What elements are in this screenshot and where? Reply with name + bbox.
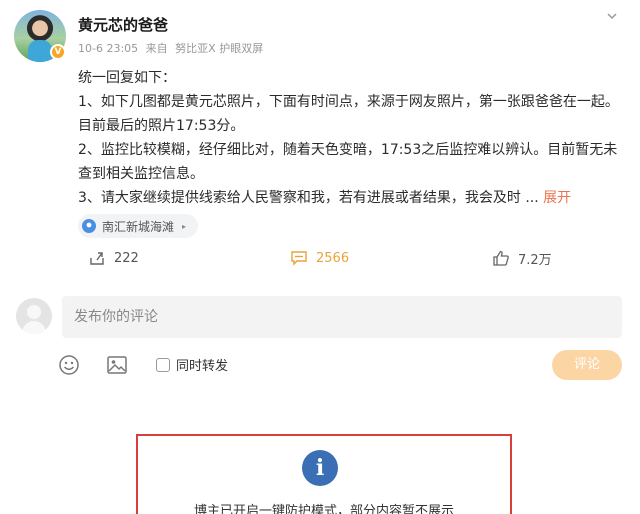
post-timestamp: 10-6 23:05 — [78, 42, 139, 55]
thumbs-up-icon — [493, 250, 509, 266]
current-user-avatar — [16, 298, 52, 334]
post-line: 统一回复如下： — [78, 70, 176, 86]
source-prefix: 来自 — [145, 42, 168, 55]
post-meta: 10-6 23:05 来自 努比亚X 护眼双屏 — [78, 40, 267, 56]
avatar-figure — [28, 40, 52, 62]
comment-icon — [291, 251, 307, 266]
repost-button[interactable]: 222 — [88, 246, 139, 270]
composer-toolbar: 同时转发 评论 — [0, 350, 640, 380]
comment-composer: 发布你的评论 — [0, 296, 640, 342]
post-header: V 黄元芯的爸爸 10-6 23:05 来自 努比亚X 护眼双屏 — [0, 0, 640, 62]
location-tag[interactable]: 南汇新城海滩 ▸ — [78, 214, 199, 238]
post-line: 2、监控比较模糊，经仔细比对，随着天色变暗，17:53之后监控难以辨认。目前暂无… — [78, 142, 618, 182]
location-arrow-icon: ▸ — [182, 221, 187, 231]
post-line-text: 3、请大家继续提供线索给人民警察和我，若有进展或者结果，我会及时 ... — [78, 190, 539, 206]
emoji-icon[interactable] — [58, 354, 80, 376]
protection-notice: i 博主已开启一键防护模式，部分内容暂不展示 — [136, 434, 512, 514]
location-pin-icon — [82, 219, 96, 233]
avatar-head-shape — [27, 305, 41, 319]
action-bar: 222 2566 7.2万 — [0, 246, 640, 270]
avatar-torso-shape — [22, 321, 46, 334]
repost-option-label[interactable]: 同时转发 — [176, 355, 228, 374]
comment-input[interactable]: 发布你的评论 — [62, 296, 622, 338]
username[interactable]: 黄元芯的爸爸 — [78, 14, 168, 35]
repost-checkbox[interactable] — [156, 358, 170, 372]
comment-count: 2566 — [316, 250, 350, 266]
chevron-down-icon[interactable] — [606, 10, 618, 22]
like-count: 7.2万 — [518, 252, 552, 268]
location-name: 南汇新城海滩 — [102, 219, 175, 234]
notice-text: 博主已开启一键防护模式，部分内容暂不展示 — [193, 504, 454, 514]
like-button[interactable]: 7.2万 — [492, 246, 552, 270]
post-body: 统一回复如下： 1、如下几图都是黄元芯照片，下面有时间点，来源于网友照片，第一张… — [78, 66, 622, 210]
submit-comment-button[interactable]: 评论 — [552, 350, 622, 380]
expand-link[interactable]: 展开 — [543, 190, 571, 206]
post-line: 1、如下几图都是黄元芯照片，下面有时间点，来源于网友照片，第一张跟爸爸在一起。目… — [78, 94, 619, 134]
verified-badge-icon: V — [50, 44, 66, 60]
comment-button[interactable]: 2566 — [290, 246, 349, 270]
info-icon: i — [302, 450, 338, 486]
image-icon[interactable] — [106, 354, 128, 376]
post-line: 3、请大家继续提供线索给人民警察和我，若有进展或者结果，我会及时 ... 展开 — [78, 186, 622, 210]
post-device[interactable]: 努比亚X 护眼双屏 — [175, 42, 263, 55]
repost-count: 222 — [114, 250, 139, 266]
repost-icon — [90, 252, 104, 265]
